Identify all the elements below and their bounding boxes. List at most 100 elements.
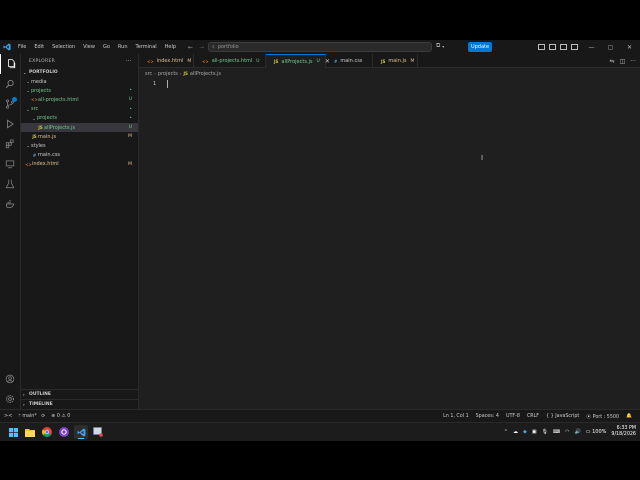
explorer-header: EXPLORER ··· bbox=[21, 54, 138, 68]
vscode-icon[interactable] bbox=[74, 425, 88, 439]
menu-item-edit[interactable]: Edit bbox=[30, 40, 48, 54]
remote-indicator[interactable]: >< bbox=[4, 413, 12, 419]
tray-app-icon[interactable]: ▣ bbox=[532, 429, 537, 435]
extensions-icon[interactable] bbox=[0, 134, 20, 154]
wifi-icon[interactable]: ◠ bbox=[565, 429, 569, 435]
tree-file[interactable]: JS main.js M bbox=[21, 132, 138, 141]
tree-folder[interactable]: ⌄ styles bbox=[21, 141, 138, 150]
menu-item-help[interactable]: Help bbox=[161, 40, 180, 54]
windows-taskbar: ⌃ ☁ ◆ ▣ 🎙 ⌨ ◠ 🔊 ▭ 100% 6:33 PM 9/18/2026 bbox=[0, 422, 640, 441]
snipping-tool-icon[interactable] bbox=[91, 425, 105, 439]
docker-icon[interactable] bbox=[0, 194, 20, 214]
line-ending[interactable]: CRLF bbox=[527, 414, 539, 419]
menu-item-view[interactable]: View bbox=[79, 40, 99, 54]
settings-gear-icon[interactable] bbox=[0, 389, 20, 409]
toggle-panel-icon[interactable] bbox=[549, 44, 556, 50]
tab-git-status: U bbox=[256, 58, 260, 64]
account-icon[interactable] bbox=[0, 369, 20, 389]
live-server-port[interactable]: ⦿ Port : 5500 bbox=[586, 413, 619, 420]
encoding[interactable]: UTF-8 bbox=[506, 414, 520, 419]
chevron-up-icon[interactable]: ⌃ bbox=[504, 429, 508, 435]
menu-item-go[interactable]: Go bbox=[99, 40, 114, 54]
file-explorer-icon[interactable] bbox=[23, 425, 37, 439]
command-center-search[interactable]: ⌕ portfolio bbox=[208, 42, 432, 52]
volume-icon[interactable]: 🔊 bbox=[575, 429, 581, 435]
status-bar-left: >< ᛘ main* ⟳ ⊗ 0 ⚠ 0 bbox=[0, 413, 70, 419]
problems-indicator[interactable]: ⊗ 0 ⚠ 0 bbox=[51, 414, 70, 419]
open-changes-icon[interactable]: ⇋ bbox=[610, 58, 615, 65]
tab-allprojects-js[interactable]: JS allProjects.js U ✕ bbox=[266, 54, 330, 68]
code-editor[interactable]: 1 I bbox=[139, 78, 640, 409]
explorer-icon[interactable] bbox=[0, 54, 20, 74]
split-editor-icon[interactable]: ◫ bbox=[620, 58, 626, 65]
customize-layout-icon[interactable] bbox=[571, 44, 578, 50]
outline-section[interactable]: › OUTLINE bbox=[21, 389, 138, 399]
breadcrumb-item[interactable]: src bbox=[145, 71, 152, 77]
obs-icon[interactable] bbox=[57, 425, 71, 439]
chrome-icon[interactable] bbox=[40, 425, 54, 439]
minimize-icon[interactable]: — bbox=[582, 44, 601, 51]
cursor-position[interactable]: Ln 1, Col 1 bbox=[443, 414, 469, 419]
notifications-icon[interactable]: 🔔 bbox=[626, 414, 632, 419]
close-window-icon[interactable]: ✕ bbox=[620, 44, 639, 51]
microphone-icon[interactable]: 🎙 bbox=[542, 429, 548, 435]
window-controls: — ▢ ✕ bbox=[582, 40, 639, 54]
tab-main-js[interactable]: JS main.js M bbox=[373, 54, 418, 68]
css-file-icon: # bbox=[334, 58, 338, 64]
menu-item-file[interactable]: File bbox=[14, 40, 30, 54]
breadcrumb-item[interactable]: allProjects.js bbox=[190, 71, 221, 77]
tray-app-icon[interactable]: ◆ bbox=[523, 429, 527, 435]
tree-folder[interactable]: ⌄ projects • bbox=[21, 86, 138, 95]
back-arrow-icon[interactable]: ← bbox=[188, 44, 193, 51]
toggle-secondary-sidebar-icon[interactable] bbox=[560, 44, 567, 50]
language-mode[interactable]: { } JavaScript bbox=[546, 414, 579, 419]
menu-item-selection[interactable]: Selection bbox=[48, 40, 79, 54]
js-file-icon: JS bbox=[274, 59, 279, 64]
copilot-menu[interactable]: ⧉ ▾ bbox=[436, 42, 444, 50]
tree-file[interactable]: <> index.html M bbox=[21, 160, 138, 169]
command-center-text: portfolio bbox=[217, 44, 239, 50]
taskbar-apps bbox=[6, 425, 105, 439]
js-file-icon: JS bbox=[381, 58, 386, 64]
branch-indicator[interactable]: ᛘ main* ⟳ bbox=[18, 413, 45, 419]
branch-name: main* bbox=[22, 414, 37, 419]
activity-bar bbox=[0, 54, 21, 409]
toggle-primary-sidebar-icon[interactable] bbox=[538, 44, 545, 50]
tree-folder[interactable]: ⌄ media bbox=[21, 77, 138, 86]
clock-date: 9/18/2026 bbox=[611, 432, 636, 437]
indentation[interactable]: Spaces: 4 bbox=[476, 414, 499, 419]
code-line[interactable]: 1 bbox=[139, 80, 640, 88]
tree-file[interactable]: # main.css bbox=[21, 151, 138, 160]
tree-folder[interactable]: ⌄ projects • bbox=[21, 114, 138, 123]
update-button[interactable]: Update bbox=[468, 42, 492, 52]
tree-folder[interactable]: ⌄ src • bbox=[21, 105, 138, 114]
onedrive-icon[interactable]: ☁ bbox=[513, 429, 518, 435]
menu-item-run[interactable]: Run bbox=[114, 40, 132, 54]
timeline-section[interactable]: › TIMELINE bbox=[21, 399, 138, 409]
forward-arrow-icon[interactable]: → bbox=[199, 44, 204, 51]
more-actions-icon[interactable]: ··· bbox=[630, 58, 636, 65]
tree-item-label: allProjects.js bbox=[44, 124, 76, 131]
clock[interactable]: 6:33 PM 9/18/2026 bbox=[611, 426, 636, 438]
windows-start-icon[interactable] bbox=[6, 425, 20, 439]
remote-explorer-icon[interactable] bbox=[0, 154, 20, 174]
tab-index-html[interactable]: <> index.html M bbox=[139, 54, 194, 68]
run-debug-icon[interactable] bbox=[0, 114, 20, 134]
tree-item-label: main.css bbox=[38, 152, 61, 159]
tree-file[interactable]: JS allProjects.js U bbox=[21, 122, 138, 133]
tab-all-projects-html[interactable]: <> all-projects.html U bbox=[194, 54, 266, 68]
testing-icon[interactable] bbox=[0, 174, 20, 194]
language-icon[interactable]: ⌨ bbox=[553, 429, 560, 435]
search-icon[interactable] bbox=[0, 74, 20, 94]
maximize-icon[interactable]: ▢ bbox=[601, 44, 620, 51]
broadcast-icon: ⦿ bbox=[586, 414, 592, 420]
warning-icon: ⚠ bbox=[61, 413, 66, 419]
battery-indicator[interactable]: ▭ 100% bbox=[586, 429, 607, 435]
explorer-root-folder[interactable]: ⌄ PORTFOLIO bbox=[21, 68, 138, 77]
more-actions-icon[interactable]: ··· bbox=[125, 58, 132, 65]
source-control-icon[interactable] bbox=[0, 94, 20, 114]
breadcrumb-item[interactable]: projects bbox=[158, 71, 178, 77]
tree-file[interactable]: <> all-projects.html U bbox=[21, 95, 138, 104]
menu-item-terminal[interactable]: Terminal bbox=[132, 40, 161, 54]
tab-main-css[interactable]: # main.css bbox=[326, 54, 373, 68]
